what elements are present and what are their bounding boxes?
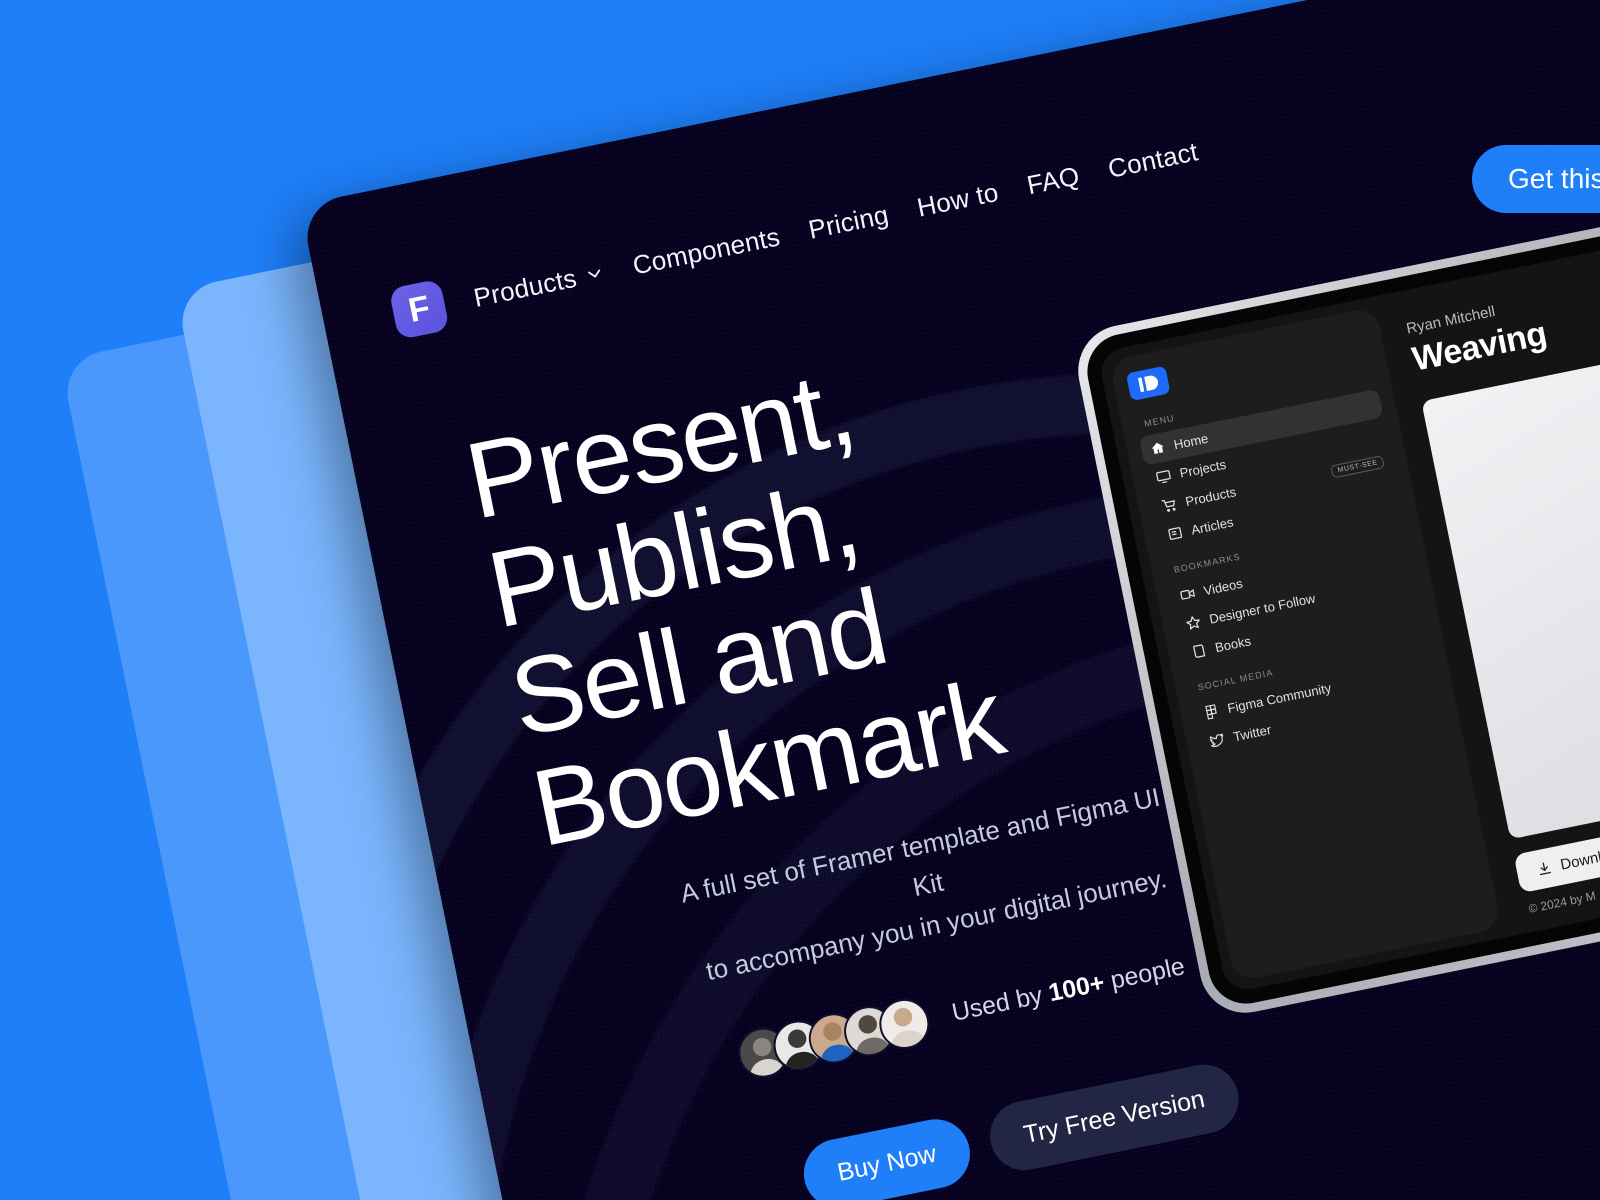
nav-link-products[interactable]: Products [471,257,607,314]
download-button-label: Download [1558,843,1600,874]
book-app-logo-icon[interactable] [1125,365,1171,402]
download-icon [1536,860,1554,878]
cart-icon [1161,496,1179,514]
framer-f-logo-icon[interactable]: F [388,278,450,340]
try-free-version-button[interactable]: Try Free Version [983,1058,1245,1177]
used-by-suffix: people [1101,952,1188,997]
sidebar-item-label: Home [1172,430,1210,453]
sidebar-item-label: Products [1184,484,1238,510]
nav-link-pricing[interactable]: Pricing [806,199,891,246]
video-icon [1179,585,1197,603]
star-icon [1184,614,1202,632]
sidebar-item-label: Twitter [1231,722,1273,745]
page-root: F Products Components Pricing How to FAQ… [0,0,1600,1200]
get-this-button[interactable]: Get this [1472,145,1600,213]
nav-link-contact[interactable]: Contact [1105,136,1200,185]
sidebar-item-label: Books [1213,633,1253,656]
nav-link-components[interactable]: Components [630,221,783,281]
book-icon [1190,642,1208,660]
figma-icon [1203,703,1221,721]
download-button[interactable]: Download [1513,828,1600,894]
sidebar-item-label: Videos [1202,575,1244,599]
home-icon [1149,439,1167,457]
monitor-icon [1155,468,1173,486]
status-badge: MUST-SEE [1330,455,1385,479]
used-by-prefix: Used by [949,980,1052,1028]
twitter-icon [1208,731,1226,749]
sidebar-item-label: Projects [1178,456,1228,481]
nav-link-how-to[interactable]: How to [914,176,1001,223]
used-by-text: Used by 100+ people [949,953,1187,1029]
chevron-down-icon [584,263,605,284]
used-by-count: 100+ [1046,968,1107,1008]
copyright-text: © 2024 by M [1527,888,1597,916]
avatar-group [733,994,934,1082]
nav-link-faq[interactable]: FAQ [1024,160,1082,201]
buy-now-button[interactable]: Buy Now [797,1113,977,1200]
sidebar-item-label: Articles [1189,514,1235,538]
nav-link-label: Products [470,262,580,313]
article-icon [1166,525,1184,543]
